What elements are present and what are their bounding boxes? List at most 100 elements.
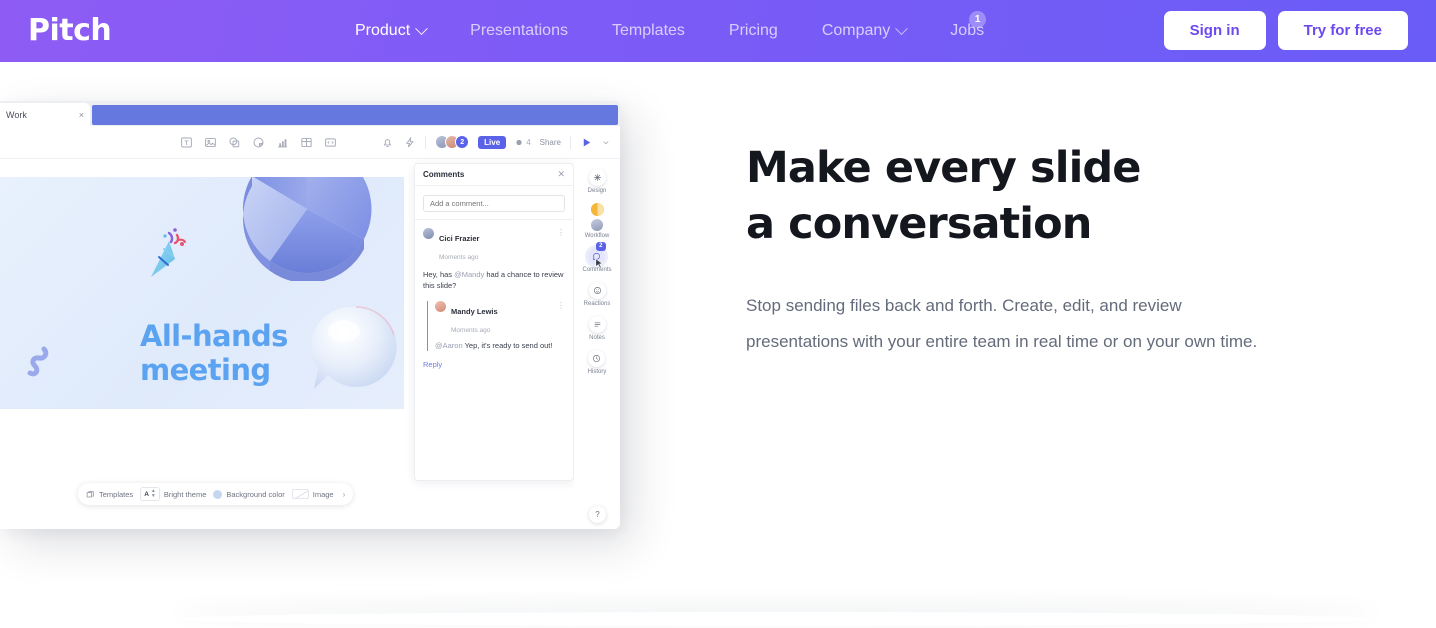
- chevron-down-icon[interactable]: [602, 136, 610, 149]
- add-comment-wrap: [415, 186, 573, 220]
- sign-in-button[interactable]: Sign in: [1163, 11, 1266, 50]
- text-tool-icon[interactable]: [180, 136, 193, 149]
- browser-chrome: Work ×: [0, 101, 620, 126]
- templates-button[interactable]: Templates: [86, 490, 133, 499]
- play-icon[interactable]: [580, 136, 593, 149]
- image-tool-icon[interactable]: [204, 136, 217, 149]
- mouse-cursor-icon: [595, 258, 605, 269]
- comments-panel-header: Comments ✕: [415, 164, 573, 186]
- brand-logo[interactable]: Pitch: [28, 16, 112, 46]
- jobs-count-badge: 1: [969, 11, 987, 28]
- browser-url-bar[interactable]: [92, 105, 618, 125]
- comment-author: Mandy Lewis: [451, 307, 498, 316]
- nav-actions: Sign in Try for free: [1163, 11, 1408, 50]
- rail-item-history[interactable]: History: [588, 347, 606, 379]
- rail-item-design[interactable]: Design: [588, 166, 606, 198]
- image-icon: [291, 489, 309, 499]
- hero-text-block: Make every slide a conversation Stop sen…: [746, 140, 1306, 360]
- comments-panel: Comments ✕ Cici Frazier Moments ago ⋮ He…: [414, 163, 574, 481]
- rail-item-label: Workflow: [584, 233, 610, 239]
- rail-item-label: Notes: [589, 335, 605, 341]
- color-swatch: [213, 489, 223, 499]
- notes-lines-icon: [588, 316, 606, 333]
- kebab-menu-icon[interactable]: ⋮: [557, 302, 565, 310]
- comment-text-after: Yep, it's ready to send out!: [462, 341, 553, 350]
- rail-item-workflow[interactable]: Workflow: [584, 200, 610, 243]
- comment-item: Mandy Lewis Moments ago ⋮: [435, 301, 565, 337]
- nav-item-pricing[interactable]: Pricing: [729, 23, 800, 39]
- comment-reply: Mandy Lewis Moments ago ⋮ @Aaron Yep, it…: [427, 301, 565, 351]
- comment-body: Hey, has @Mandy had a chance to review t…: [423, 269, 565, 291]
- hero-subtitle: Stop sending files back and forth. Creat…: [746, 296, 1258, 351]
- close-icon[interactable]: ×: [79, 110, 84, 120]
- nav-links: Product Presentations Templates Pricing …: [355, 0, 987, 62]
- slide-canvas[interactable]: All-hands meeting: [0, 177, 404, 409]
- comment-body: @Aaron Yep, it's ready to send out!: [435, 340, 565, 351]
- pie-chart-3d-decoration: [243, 177, 372, 281]
- comment-mention[interactable]: @Mandy: [454, 270, 484, 279]
- add-comment-input[interactable]: [423, 195, 565, 212]
- templates-icon: [86, 490, 95, 499]
- theme-label: Bright theme: [163, 489, 207, 499]
- lightning-icon[interactable]: [403, 135, 416, 149]
- comments-count-badge: 2: [596, 242, 606, 251]
- nav-item-presentations[interactable]: Presentations: [470, 23, 590, 39]
- sticker-tool-icon[interactable]: [252, 136, 265, 149]
- font-size-icon: A ▲ ▼: [140, 487, 160, 501]
- comment-thread: Cici Frazier Moments ago ⋮ Hey, has @Man…: [415, 220, 573, 369]
- nav-item-templates[interactable]: Templates: [612, 23, 707, 39]
- bell-icon[interactable]: [381, 136, 394, 149]
- browser-tab[interactable]: Work ×: [0, 103, 90, 126]
- avatar: [435, 301, 446, 312]
- rail-item-comments[interactable]: 2 Comments: [582, 242, 612, 277]
- image-button[interactable]: Image: [291, 489, 334, 499]
- templates-label: Templates: [99, 489, 134, 499]
- share-button[interactable]: Share: [540, 138, 561, 147]
- page-bottom-shadow: [170, 612, 1380, 626]
- try-for-free-button[interactable]: Try for free: [1277, 11, 1408, 50]
- help-button[interactable]: ?: [589, 506, 606, 523]
- comment-author: Cici Frazier: [439, 234, 480, 243]
- editor-toolbar: 2 Live 4 Share: [0, 126, 620, 159]
- comments-panel-title: Comments: [423, 170, 465, 179]
- comment-timestamp: Moments ago: [439, 254, 479, 261]
- reply-button[interactable]: Reply: [423, 360, 565, 369]
- live-badge[interactable]: Live: [478, 135, 507, 149]
- nav-item-company[interactable]: Company: [822, 21, 928, 39]
- editor-right-rail: Design Workflow 2 Comments Reactions Not…: [574, 159, 620, 529]
- rail-item-notes[interactable]: Notes: [588, 313, 606, 345]
- chart-tool-icon[interactable]: [276, 136, 289, 149]
- slide-title-line-2: meeting: [140, 353, 271, 387]
- background-color-button[interactable]: Background color: [213, 489, 285, 499]
- nav-item-label: Product: [355, 22, 411, 39]
- shape-tool-icon[interactable]: [228, 136, 241, 149]
- theme-button[interactable]: A ▲ ▼ Bright theme: [140, 487, 206, 501]
- nav-item-product[interactable]: Product: [355, 21, 448, 39]
- chevron-right-icon[interactable]: ›: [341, 490, 346, 499]
- kebab-menu-icon[interactable]: ⋮: [557, 229, 565, 237]
- hero-title-line-2: a conversation: [746, 199, 1092, 249]
- comment-text-before: Hey, has: [423, 270, 455, 279]
- toolbar-divider: [425, 135, 427, 149]
- nav-item-jobs[interactable]: Jobs 1: [950, 11, 987, 39]
- comment-mention[interactable]: @Aaron: [435, 341, 463, 350]
- insert-tools-group: [180, 136, 337, 149]
- collaborator-avatars[interactable]: 2: [435, 135, 470, 149]
- smiley-reaction-icon: [588, 282, 606, 299]
- page-title: Make every slide a conversation: [746, 140, 1306, 252]
- history-clock-icon: [588, 350, 606, 367]
- table-tool-icon[interactable]: [300, 136, 313, 149]
- nav-item-label: Templates: [611, 22, 685, 39]
- embed-tool-icon[interactable]: [324, 136, 337, 149]
- slide-style-toolbar: Templates A ▲ ▼ Bright theme Background c…: [78, 483, 354, 505]
- avatar-overflow-count: 2: [455, 135, 470, 149]
- speech-bubble-3d-decoration: [311, 306, 397, 389]
- hero-title-line-1: Make every slide: [746, 143, 1141, 193]
- rail-item-reactions[interactable]: Reactions: [584, 279, 610, 311]
- chevron-down-icon: [415, 21, 429, 35]
- close-icon[interactable]: ✕: [557, 170, 565, 179]
- chevron-down-icon: [895, 21, 909, 35]
- comment-item: Cici Frazier Moments ago ⋮: [423, 228, 565, 264]
- comment-timestamp: Moments ago: [451, 327, 491, 334]
- browser-tab-label: Work: [6, 109, 27, 120]
